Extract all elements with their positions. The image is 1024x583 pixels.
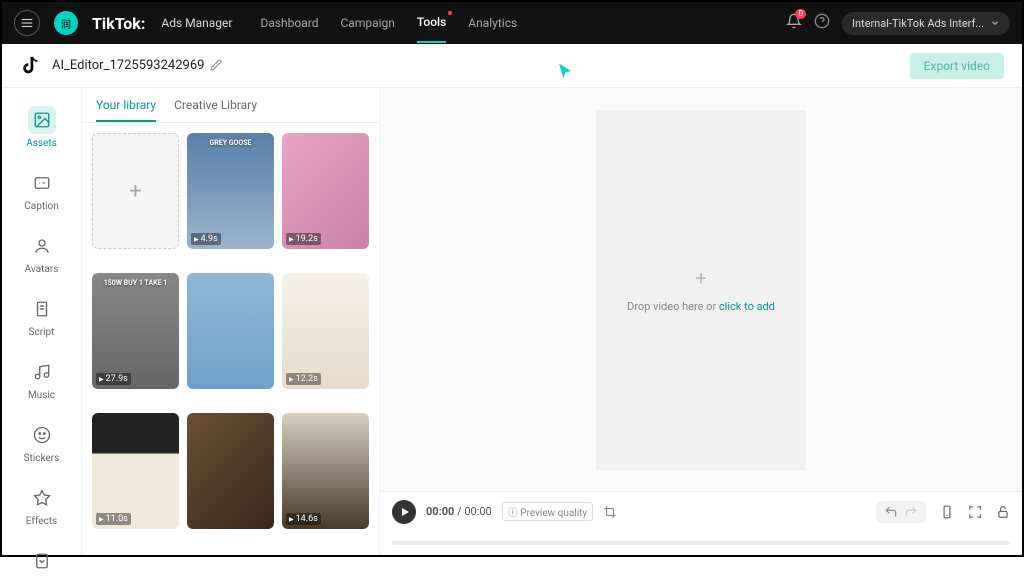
- sidebar-item-script[interactable]: Script: [2, 287, 81, 346]
- timeline-track[interactable]: [380, 531, 1022, 555]
- sidebar-item-more[interactable]: [2, 539, 81, 583]
- fullscreen-button[interactable]: [968, 505, 982, 519]
- caption-icon: [28, 169, 56, 197]
- redo-button[interactable]: [904, 505, 918, 519]
- asset-duration: 4.9s: [191, 233, 221, 245]
- asset-thumbnail[interactable]: [187, 273, 274, 389]
- sidebar-item-music[interactable]: Music: [2, 350, 81, 409]
- user-avatar[interactable]: 润: [54, 11, 78, 35]
- add-asset-button[interactable]: +: [92, 133, 179, 249]
- asset-thumbnail[interactable]: GREY GOOSE 4.9s: [187, 133, 274, 249]
- crop-button[interactable]: [603, 505, 617, 519]
- nav-campaign[interactable]: Campaign: [341, 4, 395, 42]
- asset-thumbnail[interactable]: 150W BUY 1 TAKE 1 27.9s: [92, 273, 179, 389]
- sticker-icon: [28, 421, 56, 449]
- nav-alert-dot: [448, 11, 452, 15]
- library-panel: Your libraryCreative Library +GREY GOOSE…: [82, 88, 380, 555]
- preview-quality-button[interactable]: ⓘ Preview quality: [502, 502, 593, 521]
- account-switcher[interactable]: Internal-TikTok Ads Interf...: [842, 12, 1010, 35]
- sidebar-item-avatars[interactable]: Avatars: [2, 224, 81, 283]
- sidebar-item-assets[interactable]: Assets: [2, 98, 81, 157]
- sidebar-item-stickers[interactable]: Stickers: [2, 413, 81, 472]
- chevron-down-icon: [990, 18, 1000, 28]
- help-icon[interactable]: [814, 13, 830, 33]
- asset-duration: 11.0s: [96, 513, 131, 525]
- canvas-area: + Drop video here or click to add 00:00 …: [380, 88, 1022, 555]
- sidebar-label: Caption: [24, 201, 59, 212]
- image-icon: [28, 106, 56, 134]
- click-to-add-link[interactable]: click to add: [719, 300, 775, 313]
- timeline-toolbar: 00:00 / 00:00 ⓘ Preview quality: [380, 491, 1022, 531]
- asset-thumbnail[interactable]: 12.2s: [282, 273, 369, 389]
- brand-logo: TikTok:: [92, 14, 145, 33]
- export-button[interactable]: Export video: [910, 53, 1004, 79]
- nav-dashboard[interactable]: Dashboard: [260, 4, 318, 42]
- asset-thumbnail[interactable]: 11.0s: [92, 413, 179, 529]
- nav-tools[interactable]: Tools: [417, 3, 446, 43]
- brand-subtitle: Ads Manager: [161, 16, 232, 30]
- tiktok-logo-icon: [20, 55, 42, 77]
- sidebar-label: Music: [28, 390, 55, 401]
- sidebar-label: Assets: [26, 138, 57, 149]
- asset-duration: 12.2s: [286, 373, 321, 385]
- top-nav: 润 TikTok: Ads Manager Dashboard Campaign T…: [2, 2, 1022, 44]
- plus-icon: +: [695, 266, 706, 290]
- device-preview-button[interactable]: [940, 505, 954, 519]
- sidebar-label: Avatars: [25, 264, 59, 275]
- time-display: 00:00 / 00:00: [426, 505, 492, 518]
- account-label: Internal-TikTok Ads Interf...: [852, 17, 984, 30]
- subheader: AI_Editor_1725593242969 Export video: [2, 44, 1022, 88]
- rename-button[interactable]: [210, 56, 222, 75]
- asset-overlay-text: 150W BUY 1 TAKE 1: [96, 279, 175, 287]
- sidebar-label: Script: [29, 327, 55, 338]
- more-icon: [28, 547, 56, 575]
- asset-grid: + GREY GOOSE 4.9s 19.2s 150W BUY 1 TAKE 1 27.…: [82, 123, 379, 555]
- lock-button[interactable]: [996, 505, 1010, 519]
- asset-thumbnail[interactable]: 14.6s: [282, 413, 369, 529]
- pencil-icon: [210, 59, 222, 71]
- asset-duration: 27.9s: [96, 373, 131, 385]
- video-dropzone[interactable]: + Drop video here or click to add: [596, 110, 806, 470]
- notifications-button[interactable]: 0: [786, 13, 802, 33]
- script-icon: [28, 295, 56, 323]
- sidebar: Assets Caption Avatars Script Music Stickers E…: [2, 88, 82, 555]
- project-name: AI_Editor_1725593242969: [52, 58, 204, 73]
- play-button[interactable]: [392, 500, 416, 524]
- sidebar-item-effects[interactable]: Effects: [2, 476, 81, 535]
- asset-duration: 19.2s: [286, 233, 321, 245]
- asset-duration: 14.6s: [286, 513, 321, 525]
- sidebar-item-caption[interactable]: Caption: [2, 161, 81, 220]
- library-tab-your-library[interactable]: Your library: [96, 98, 156, 122]
- asset-thumbnail[interactable]: [187, 413, 274, 529]
- dropzone-text: Drop video here or click to add: [627, 300, 775, 313]
- asset-thumbnail[interactable]: 19.2s: [282, 133, 369, 249]
- effects-icon: [28, 484, 56, 512]
- sidebar-label: Effects: [26, 516, 57, 527]
- notification-badge: 0: [795, 9, 806, 19]
- asset-overlay-text: GREY GOOSE: [191, 139, 270, 147]
- sidebar-label: Stickers: [24, 453, 60, 464]
- undo-button[interactable]: [884, 505, 898, 519]
- library-tab-creative-library[interactable]: Creative Library: [174, 98, 257, 122]
- cursor-icon: [556, 62, 574, 85]
- music-icon: [28, 358, 56, 386]
- avatar-icon: [28, 232, 56, 260]
- menu-button[interactable]: [14, 10, 40, 36]
- nav-analytics[interactable]: Analytics: [468, 4, 517, 42]
